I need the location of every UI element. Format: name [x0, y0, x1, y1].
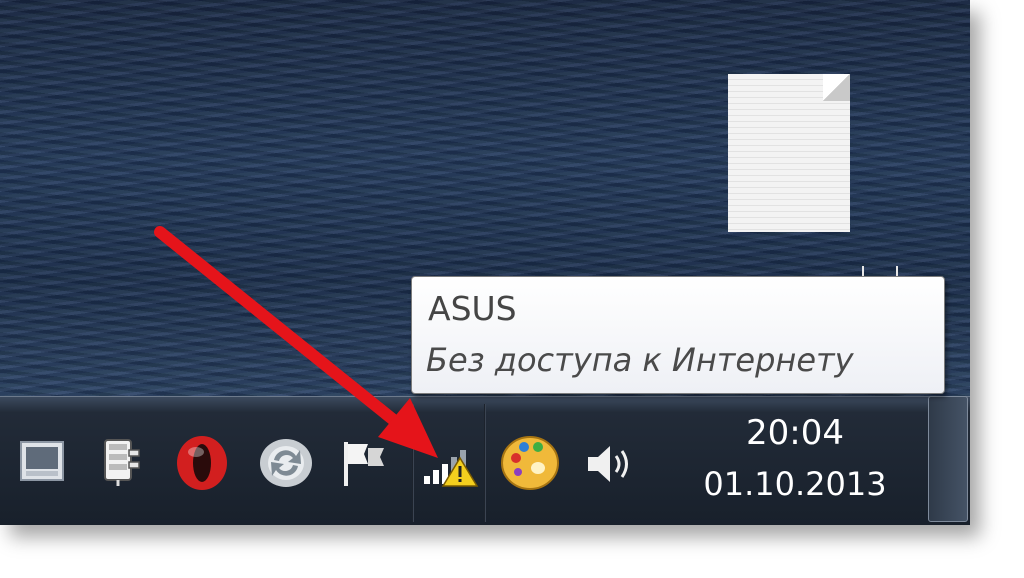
opera-icon[interactable] — [174, 434, 230, 492]
tray-clock[interactable]: 20:04 01.10.2013 — [690, 410, 900, 506]
sync-icon[interactable] — [258, 436, 314, 490]
clock-time: 20:04 — [746, 413, 844, 453]
volume-icon[interactable] — [582, 440, 636, 488]
clock-date: 01.10.2013 — [703, 465, 887, 503]
power-plug-icon[interactable] — [94, 433, 144, 489]
screenshot-frame: 20:04 01.10.2013 ASUS Без доступа к Инте… — [0, 0, 970, 525]
show-desktop-button[interactable] — [928, 396, 968, 522]
flag-icon[interactable] — [338, 438, 390, 488]
palette-icon[interactable] — [500, 434, 560, 492]
tray-separator — [412, 404, 414, 522]
network-warning-icon[interactable] — [420, 440, 480, 490]
tooltip-network-name: ASUS — [428, 289, 517, 328]
network-tooltip: ASUS Без доступа к Интернету — [411, 276, 945, 394]
action-center-icon[interactable] — [18, 437, 66, 485]
tray-separator — [484, 404, 486, 522]
file-corner-fold — [823, 74, 850, 101]
tooltip-connection-status: Без доступа к Интернету — [426, 341, 854, 379]
desktop-file-label — [862, 266, 898, 276]
